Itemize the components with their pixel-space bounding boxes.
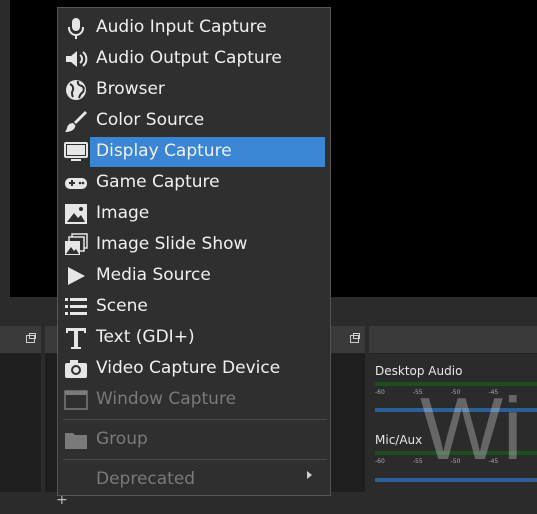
float-dock-icon[interactable] xyxy=(350,333,360,343)
menu-item-deprecated[interactable]: Deprecated xyxy=(58,464,330,495)
gamepad-icon xyxy=(65,178,87,189)
menu-item-image-slide-show[interactable]: Image Slide Show xyxy=(58,229,330,260)
menu-item-video-capture-device[interactable]: Video Capture Device xyxy=(58,353,330,384)
slideshow-icon xyxy=(65,233,88,255)
menu-item-image[interactable]: Image xyxy=(58,198,330,229)
desktop-audio-meter xyxy=(375,382,537,386)
meter-ticks: -60 -55 -50 -45 xyxy=(375,389,499,396)
menu-item-label: Audio Output Capture xyxy=(96,48,282,68)
menu-item-label: Image Slide Show xyxy=(96,234,248,254)
list-icon xyxy=(65,298,87,315)
mic-aux-volume-slider[interactable] xyxy=(375,478,537,482)
menu-item-browser[interactable]: Browser xyxy=(58,74,330,105)
window-icon xyxy=(64,390,88,410)
menu-item-text-gdi[interactable]: Text (GDI+) xyxy=(58,322,330,353)
folder-icon xyxy=(65,433,87,449)
menu-item-label: Color Source xyxy=(96,110,205,130)
menu-item-game-capture[interactable]: Game Capture xyxy=(58,167,330,198)
mixer-dock-header xyxy=(369,326,537,354)
menu-item-label: Deprecated xyxy=(96,469,196,489)
menu-item-label: Media Source xyxy=(96,265,211,285)
microphone-icon xyxy=(68,18,84,39)
meter-ticks: -60 -55 -50 -45 xyxy=(375,458,499,465)
menu-item-label: Window Capture xyxy=(96,389,237,409)
menu-item-audio-output-capture[interactable]: Audio Output Capture xyxy=(58,43,330,74)
mic-aux-meter xyxy=(375,451,537,455)
menu-separator xyxy=(63,459,327,460)
mic-aux-label: Mic/Aux xyxy=(375,433,423,447)
desktop-audio-volume-slider[interactable] xyxy=(375,408,537,412)
monitor-icon xyxy=(64,142,88,161)
menu-item-scene[interactable]: Scene xyxy=(58,291,330,322)
menu-item-label: Group xyxy=(96,429,148,449)
menu-item-label: Image xyxy=(96,203,150,223)
play-icon xyxy=(68,267,85,285)
globe-icon xyxy=(66,80,86,100)
menu-item-label: Browser xyxy=(96,79,165,99)
speaker-icon xyxy=(66,51,88,67)
desktop-audio-label: Desktop Audio xyxy=(375,364,463,378)
menu-item-label: Scene xyxy=(96,296,148,316)
brush-icon xyxy=(65,111,87,132)
camera-icon xyxy=(65,360,87,378)
scenes-dock-body xyxy=(0,354,41,514)
menu-item-color-source[interactable]: Color Source xyxy=(58,105,330,136)
menu-item-label: Video Capture Device xyxy=(96,358,281,378)
image-icon xyxy=(65,204,87,224)
audio-mixer-dock: Desktop Audio -60 -55 -50 -45 Mic/Aux -60 -5… xyxy=(369,326,537,514)
menu-item-media-source[interactable]: Media Source xyxy=(58,260,330,291)
float-dock-icon[interactable] xyxy=(26,333,36,343)
menu-separator xyxy=(63,419,327,420)
menu-item-group[interactable]: Group xyxy=(58,424,330,455)
menu-item-display-capture[interactable]: Display Capture xyxy=(58,136,330,167)
menu-item-label: Display Capture xyxy=(96,141,232,161)
menu-item-window-capture[interactable]: Window Capture xyxy=(58,384,330,415)
menu-item-label: Audio Input Capture xyxy=(96,17,267,37)
add-source-menu: Audio Input Capture Audio Output Capture… xyxy=(57,7,331,496)
menu-item-audio-input-capture[interactable]: Audio Input Capture xyxy=(58,12,330,43)
submenu-arrow-icon xyxy=(307,471,312,479)
scenes-dock-header xyxy=(0,326,41,354)
text-icon xyxy=(66,328,86,349)
menu-item-label: Text (GDI+) xyxy=(96,327,195,347)
menu-item-label: Game Capture xyxy=(96,172,220,192)
